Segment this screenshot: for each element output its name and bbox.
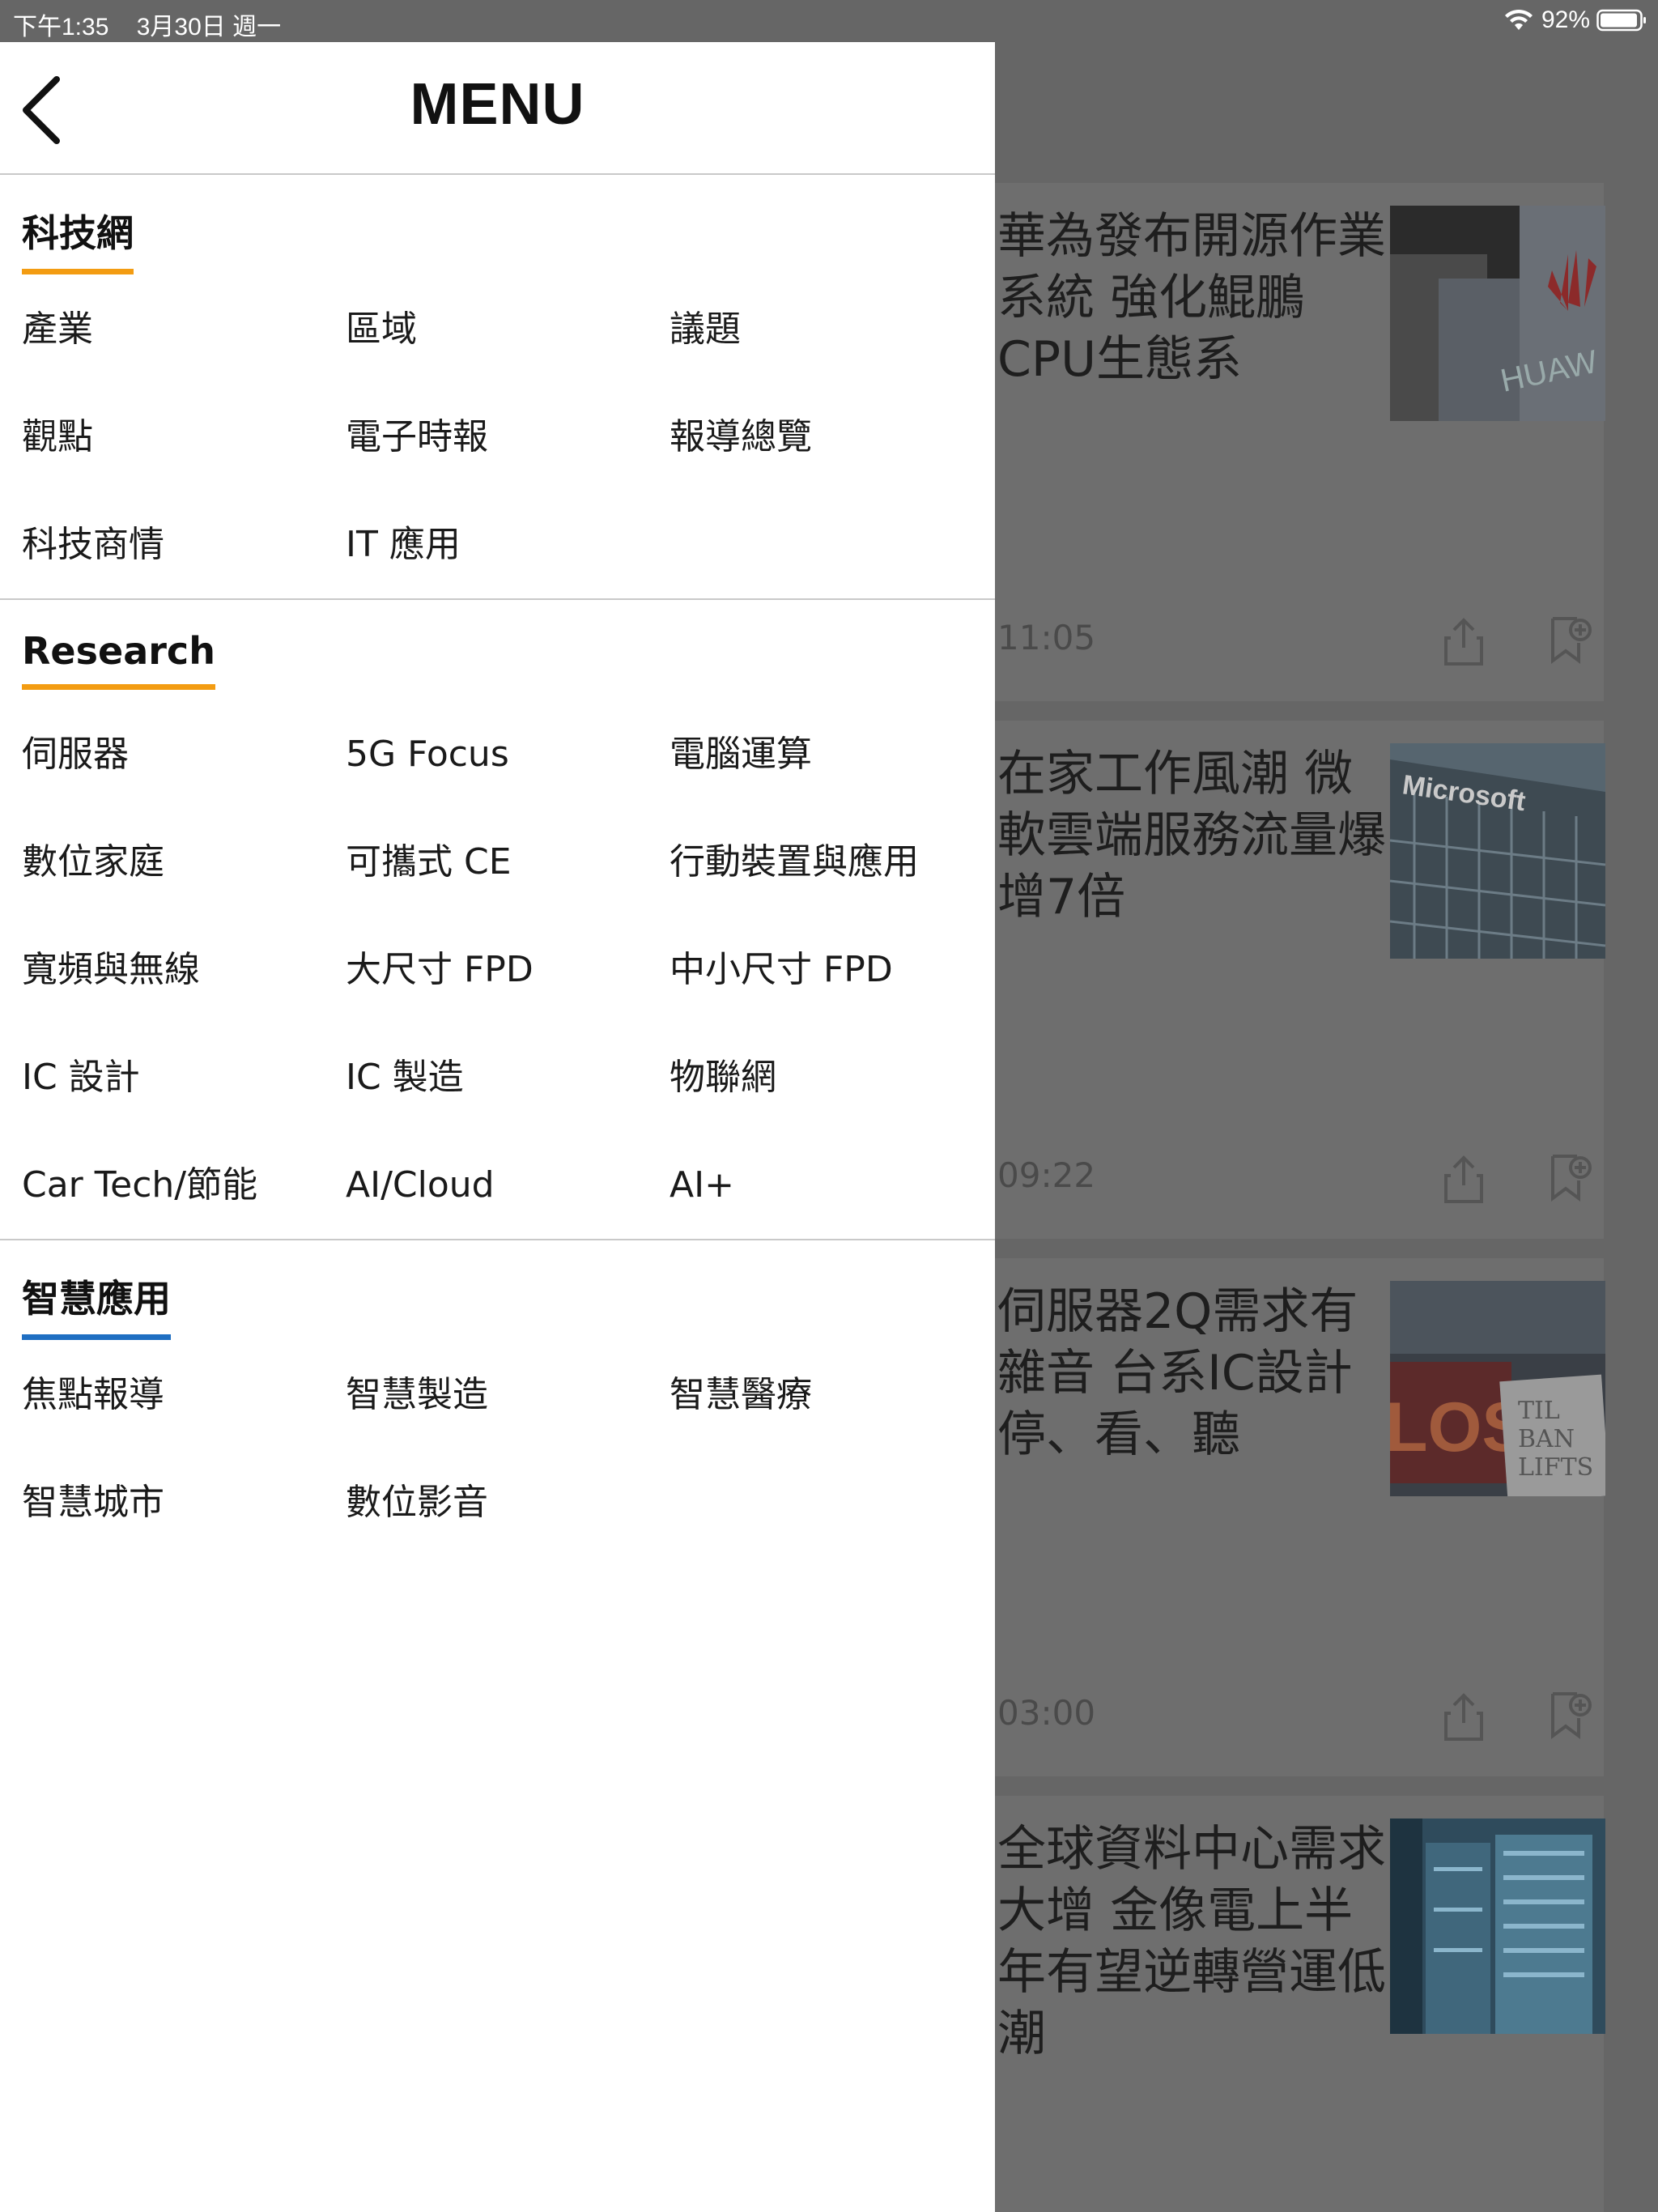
status-bar: 下午1:35 3月30日 週一 92% [0,0,1658,42]
article-card[interactable]: 在家工作風潮 微軟雲端服務流量爆增7倍 Microsoft 09:22 [995,721,1605,1239]
closed-sign-image[interactable]: LOSE TIL BAN LIFTS [1390,1281,1605,1496]
menu-item-car-tech[interactable]: Car Tech/節能 [22,1131,346,1239]
menu-item-smart-healthcare[interactable]: 智慧醫療 [670,1341,993,1448]
svg-text:BAN: BAN [1518,1425,1575,1453]
menu-item-digital-media[interactable]: 數位影音 [346,1448,670,1556]
article-card[interactable]: 華為發布開源作業系統 強化鯤鵬CPU生態系 HUAW 11:05 [995,183,1605,701]
menu-item-region[interactable]: 區域 [346,275,670,383]
datacenter-image[interactable] [1390,1819,1605,2034]
battery-icon [1596,8,1647,32]
share-icon[interactable] [1444,617,1483,666]
bookmark-add-icon[interactable] [1550,1691,1592,1739]
wifi-icon [1504,9,1533,32]
side-menu: MENU 科技網 產業 區域 議題 觀點 電子時報 報導總覽 科技商情 IT 應… [0,42,995,2212]
section-header: 科技網 [0,175,995,275]
section-items: 產業 區域 議題 觀點 電子時報 報導總覽 科技商情 IT 應用 [0,275,995,598]
menu-item-digital-home[interactable]: 數位家庭 [22,808,346,916]
menu-item-report-overview[interactable]: 報導總覽 [670,383,993,491]
section-header: Research [0,600,995,700]
share-icon[interactable] [1444,1692,1483,1741]
share-icon[interactable] [1444,1155,1483,1203]
svg-text:LIFTS: LIFTS [1518,1453,1593,1482]
menu-item-topics[interactable]: 議題 [670,275,993,383]
menu-item-ic-manufacturing[interactable]: IC 製造 [346,1023,670,1131]
article-title[interactable]: 全球資料中心需求大增 金像電上半年有望逆轉營運低潮 [997,1819,1386,2065]
svg-text:TIL: TIL [1518,1397,1560,1425]
menu-section-smart-applications: 智慧應用 焦點報導 智慧製造 智慧醫療 智慧城市 數位影音 [0,1240,995,1556]
menu-section-technews: 科技網 產業 區域 議題 觀點 電子時報 報導總覽 科技商情 IT 應用 [0,175,995,600]
article-card[interactable]: 全球資料中心需求大增 金像電上半年有望逆轉營運低潮 [995,1796,1605,2212]
article-title[interactable]: 伺服器2Q需求有雜音 台系IC設計停、看、聽 [997,1281,1386,1465]
menu-title: MENU [410,72,585,137]
status-right: 92% [1504,6,1647,34]
menu-item-focus-reports[interactable]: 焦點報導 [22,1341,346,1448]
menu-item-5g-focus[interactable]: 5G Focus [346,700,670,808]
article-time: 03:00 [997,1693,1096,1733]
section-header: 智慧應用 [0,1240,995,1341]
section-title: Research [22,629,215,690]
section-title: 智慧應用 [22,1270,171,1340]
menu-item-iot[interactable]: 物聯網 [670,1023,993,1131]
status-date: 3月30日 週一 [136,14,282,40]
menu-item-it-application[interactable]: IT 應用 [346,491,670,598]
menu-header: MENU [0,42,995,175]
article-feed: 華為發布開源作業系統 強化鯤鵬CPU生態系 HUAW 11:05 在家工作風潮 … [995,42,1658,2212]
article-time: 11:05 [997,618,1096,657]
menu-item-ic-design[interactable]: IC 設計 [22,1023,346,1131]
bookmark-add-icon[interactable] [1550,615,1592,664]
menu-item-ai-cloud[interactable]: AI/Cloud [346,1131,670,1239]
bookmark-add-icon[interactable] [1550,1153,1592,1202]
menu-item-server[interactable]: 伺服器 [22,700,346,808]
menu-item-smart-city[interactable]: 智慧城市 [22,1448,346,1556]
article-title[interactable]: 華為發布開源作業系統 強化鯤鵬CPU生態系 [997,206,1386,390]
menu-item-portable-ce[interactable]: 可攜式 CE [346,808,670,916]
menu-item-large-fpd[interactable]: 大尺寸 FPD [346,916,670,1023]
battery-percent: 92% [1541,6,1590,33]
article-card[interactable]: 伺服器2Q需求有雜音 台系IC設計停、看、聽 LOSE TIL BAN LIFT… [995,1258,1605,1776]
article-time: 09:22 [997,1155,1096,1195]
menu-item-mobile-devices[interactable]: 行動裝置與應用 [670,808,993,916]
menu-item-ai-plus[interactable]: AI+ [670,1131,993,1239]
status-left: 下午1:35 3月30日 週一 [13,6,302,42]
article-title[interactable]: 在家工作風潮 微軟雲端服務流量爆增7倍 [997,743,1386,928]
menu-item-opinion[interactable]: 觀點 [22,383,346,491]
status-time: 下午1:35 [13,14,109,40]
section-items: 焦點報導 智慧製造 智慧醫療 智慧城市 數位影音 [0,1341,995,1556]
section-title: 科技網 [22,204,134,274]
microsoft-building-image[interactable]: Microsoft [1390,743,1605,959]
menu-item-tech-business[interactable]: 科技商情 [22,491,346,598]
menu-item-industry[interactable]: 產業 [22,275,346,383]
menu-item-computing[interactable]: 電腦運算 [670,700,993,808]
section-items: 伺服器 5G Focus 電腦運算 數位家庭 可攜式 CE 行動裝置與應用 寬頻… [0,700,995,1239]
menu-item-e-paper[interactable]: 電子時報 [346,383,670,491]
huawei-building-image[interactable]: HUAW [1390,206,1605,421]
menu-item-broadband-wireless[interactable]: 寬頻與無線 [22,916,346,1023]
menu-item-small-medium-fpd[interactable]: 中小尺寸 FPD [670,916,993,1023]
menu-section-research: Research 伺服器 5G Focus 電腦運算 數位家庭 可攜式 CE 行… [0,600,995,1240]
menu-item-smart-manufacturing[interactable]: 智慧製造 [346,1341,670,1448]
